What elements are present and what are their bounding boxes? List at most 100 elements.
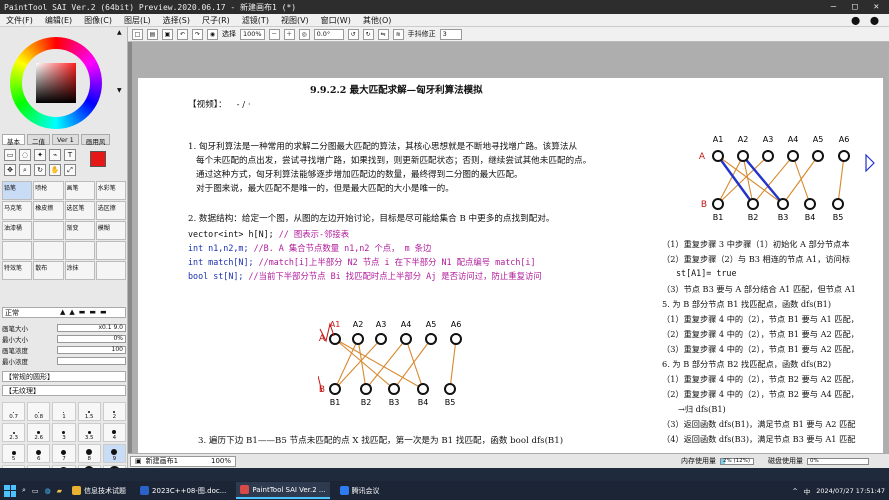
brush-scatter[interactable]: 散布 [33,261,64,280]
minimize-button[interactable]: — [831,2,836,12]
brush-pencil[interactable]: 铅笔 [2,181,33,200]
rotate-icon[interactable]: ↻ [34,164,46,176]
size-preset[interactable]: 8 [77,444,101,463]
select-toggle-icon[interactable]: ◉ [207,28,218,40]
menu-view[interactable]: 视图(V) [281,15,309,26]
lasso-icon[interactable]: ◌ [19,149,31,161]
menu-right-icon-1[interactable]: ⬤ [851,16,860,25]
brush-slot-13[interactable] [2,241,33,260]
magic-wand-icon[interactable]: ✦ [34,149,46,161]
menu-right-icon-2[interactable]: ⬤ [870,16,879,25]
rotate-left-icon[interactable]: ↺ [347,28,359,40]
size-preset[interactable]: 2.6 [27,423,51,442]
menu-layer[interactable]: 图层(L) [124,15,151,26]
size-preset[interactable]: 9 [102,444,126,463]
ime-indicator[interactable]: 中 [804,486,811,496]
document-canvas[interactable]: 9.9.2.2 最大匹配求解—匈牙利算法模拟 【视频】： - / · 1. 匈牙利… [138,78,883,453]
brush-effect[interactable]: 特效笔 [2,261,33,280]
size-preset[interactable]: 1 [52,402,76,421]
menu-file[interactable]: 文件(F) [6,15,33,26]
taskbar-app-3[interactable]: PaintTool SAI Ver.2 ... [236,482,330,499]
tab-ver1[interactable]: Ver 1 [52,134,79,145]
search-icon[interactable]: ⌕ [22,486,26,495]
stabilizer-icon[interactable]: ≋ [392,28,404,40]
task-view-icon[interactable]: ▭ [32,487,39,495]
brush-select-eraser[interactable]: 选区擦 [95,201,126,220]
brush-slot-15[interactable] [64,241,95,260]
size-preset[interactable]: 7 [52,444,76,463]
panel-scroll-up-icon[interactable]: ▲ [117,29,125,37]
menu-edit[interactable]: 编辑(E) [45,15,72,26]
size-preset[interactable]: 4 [102,423,126,442]
texture-select[interactable]: 【无纹理】 [2,385,126,396]
open-icon[interactable]: ▤ [147,28,158,40]
brush-gradient[interactable]: 渐变 [64,221,95,240]
brush-slot-14[interactable] [33,241,64,260]
save-icon[interactable]: ▣ [162,28,173,40]
edge-icon[interactable]: ◍ [45,487,51,495]
panel-scroll-down-icon[interactable]: ▼ [117,87,125,95]
document-tab[interactable]: ▣ 新建画布1 100% [130,455,236,467]
density-slider[interactable]: 100 [57,346,126,354]
brush-slot-16[interactable] [95,241,126,260]
maximize-button[interactable]: □ [852,2,857,12]
taskbar-app-1[interactable]: 信息技术试题 [68,482,130,499]
menu-ruler[interactable]: 尺子(R) [202,15,230,26]
primary-color-swatch[interactable] [90,151,106,167]
size-preset[interactable]: 0.7 [2,402,26,421]
taskbar-app-2[interactable]: 2023C++08-图.doc... [136,482,230,499]
menu-image[interactable]: 图像(C) [84,15,112,26]
brush-bucket[interactable]: 油漆桶 [2,221,33,240]
brush-select-pen[interactable]: 选区笔 [64,201,95,220]
min-density-slider[interactable] [57,357,126,365]
redo-icon[interactable]: ↷ [192,28,203,40]
brush-slot-10[interactable] [33,221,64,240]
brush-smudge[interactable]: 涂抹 [64,261,95,280]
brush-size-slider[interactable]: x0.1 9.0 [57,324,126,332]
shape-flat3-icon[interactable]: ▬ [100,308,107,316]
min-size-slider[interactable]: 0% [57,335,126,343]
canvas-area[interactable]: 9.9.2.2 最大匹配求解—匈牙利算法模拟 【视频】： - / · 1. 匈牙利… [128,42,889,453]
shape-flat-icon[interactable]: ▬ [79,308,86,316]
move-icon[interactable]: ✥ [4,164,16,176]
taskbar-app-4[interactable]: 腾讯会议 [336,482,384,499]
tab-binary[interactable]: 二值 [27,134,50,146]
menu-select[interactable]: 选择(S) [163,15,190,26]
zoom-icon[interactable]: ⌕ [19,164,31,176]
tab-painting-style[interactable]: 画用风 [80,134,111,146]
shape-tri-icon[interactable]: ▲ [60,308,65,316]
size-preset[interactable]: 5 [2,444,26,463]
brush-marker[interactable]: 马克笔 [2,201,33,220]
angle-field[interactable]: 0.0° [313,28,344,40]
brush-airbrush[interactable]: 喷枪 [33,181,64,200]
clock[interactable]: 2024/07/27 17:51:47 [816,487,885,495]
menu-window[interactable]: 窗口(W) [321,15,351,26]
eyedropper-icon[interactable]: ⌁ [49,149,61,161]
tray-overflow-icon[interactable]: ^ [792,487,797,495]
size-preset[interactable]: 3 [52,423,76,442]
hand-icon[interactable]: ✋ [49,164,61,176]
shape-flat2-icon[interactable]: ▬ [89,308,96,316]
shape-tri2-icon[interactable]: ▲ [69,308,74,316]
undo-icon[interactable]: ↶ [177,28,188,40]
brush-blur[interactable]: 模糊 [95,221,126,240]
size-preset[interactable]: 2 [102,402,126,421]
size-preset[interactable]: 3.5 [77,423,101,442]
tab-basic[interactable]: 基本 [2,134,25,146]
text-tool-icon[interactable]: T [64,149,76,161]
new-icon[interactable]: □ [132,28,143,40]
brush-eraser[interactable]: 橡皮擦 [33,201,64,220]
windows-start-icon[interactable] [4,484,16,497]
transform-icon[interactable]: ⤢ [64,164,76,176]
explorer-icon[interactable]: ▰ [57,487,62,495]
brush-brush[interactable]: 画笔 [64,181,95,200]
color-wheel[interactable] [10,37,102,129]
rotate-right-icon[interactable]: ↻ [362,28,374,40]
flip-icon[interactable]: ⇋ [377,28,389,40]
zoom-in-icon[interactable]: ＋ [283,28,295,40]
stabilizer-field[interactable]: 3 [439,28,462,40]
next-arrow-icon[interactable] [865,154,875,172]
menu-filter[interactable]: 滤镜(T) [242,15,269,26]
zoom-field[interactable]: 100% [240,28,265,40]
zoom-reset-icon[interactable]: ◎ [298,28,310,40]
